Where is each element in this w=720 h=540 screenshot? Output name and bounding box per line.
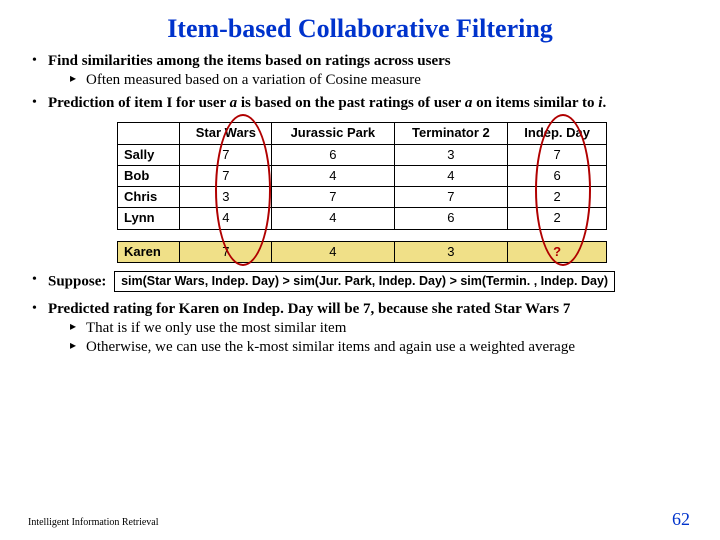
t: .: [602, 95, 606, 111]
table-row: Lynn 4 4 6 2: [118, 208, 607, 229]
cell: Sally: [118, 144, 180, 165]
bullet-predicted-text: Predicted rating for Karen on Indep. Day…: [48, 301, 570, 317]
cell: 4: [272, 165, 394, 186]
t: Prediction of item I for user: [48, 95, 230, 111]
cell: 3: [394, 241, 508, 262]
ratings-table: Star Wars Jurassic Park Terminator 2 Ind…: [117, 122, 607, 263]
cell: 3: [180, 187, 272, 208]
cell: 7: [508, 144, 607, 165]
cell: 6: [272, 144, 394, 165]
table-row: Chris 3 7 7 2: [118, 187, 607, 208]
subbullet-cosine: Often measured based on a variation of C…: [70, 71, 692, 90]
cell: 2: [508, 208, 607, 229]
table-spacer-row: [118, 229, 607, 241]
suppose-label: Suppose:: [48, 273, 106, 289]
bullet-prediction-line: Prediction of item I for user a is based…: [48, 95, 606, 111]
cell: 7: [180, 241, 272, 262]
cell: 7: [180, 165, 272, 186]
table-row: Sally 7 6 3 7: [118, 144, 607, 165]
cell: 4: [180, 208, 272, 229]
cell: Bob: [118, 165, 180, 186]
cell-unknown: ?: [508, 241, 607, 262]
table-header-row: Star Wars Jurassic Park Terminator 2 Ind…: [118, 123, 607, 144]
cell: 4: [394, 165, 508, 186]
cell: 3: [394, 144, 508, 165]
col-terminator: Terminator 2: [394, 123, 508, 144]
col-blank: [118, 123, 180, 144]
cell: 2: [508, 187, 607, 208]
cell: 6: [508, 165, 607, 186]
cell: 7: [180, 144, 272, 165]
cell: Chris: [118, 187, 180, 208]
cell: 7: [272, 187, 394, 208]
cell: 6: [394, 208, 508, 229]
subbullet-mostsimilar: That is if we only use the most similar …: [70, 319, 692, 338]
cell: 4: [272, 241, 394, 262]
table-row-karen: Karen 7 4 3 ?: [118, 241, 607, 262]
t: on items similar to: [472, 95, 598, 111]
subbullet-kmost: Otherwise, we can use the k-most similar…: [70, 338, 692, 357]
table-row: Bob 7 4 4 6: [118, 165, 607, 186]
bullet-suppose: Suppose: sim(Star Wars, Indep. Day) > si…: [32, 271, 692, 293]
col-jurassic: Jurassic Park: [272, 123, 394, 144]
cell: Karen: [118, 241, 180, 262]
cell: 7: [394, 187, 508, 208]
bullet-predicted: Predicted rating for Karen on Indep. Day…: [32, 300, 692, 356]
bullet-prediction: Prediction of item I for user a is based…: [32, 94, 692, 113]
bullet-similarities: Find similarities among the items based …: [32, 52, 692, 90]
col-starwars: Star Wars: [180, 123, 272, 144]
bullet-similarities-text: Find similarities among the items based …: [48, 53, 451, 69]
cell: Lynn: [118, 208, 180, 229]
col-indepday: Indep. Day: [508, 123, 607, 144]
cell: 4: [272, 208, 394, 229]
t: is based on the past ratings of user: [237, 95, 465, 111]
suppose-box: sim(Star Wars, Indep. Day) > sim(Jur. Pa…: [114, 271, 615, 293]
ratings-table-wrap: Star Wars Jurassic Park Terminator 2 Ind…: [117, 122, 607, 263]
content-area: Find similarities among the items based …: [0, 52, 720, 357]
footer-left: Intelligent Information Retrieval: [28, 517, 159, 528]
page-number: 62: [672, 509, 690, 530]
page-title: Item-based Collaborative Filtering: [0, 0, 720, 52]
